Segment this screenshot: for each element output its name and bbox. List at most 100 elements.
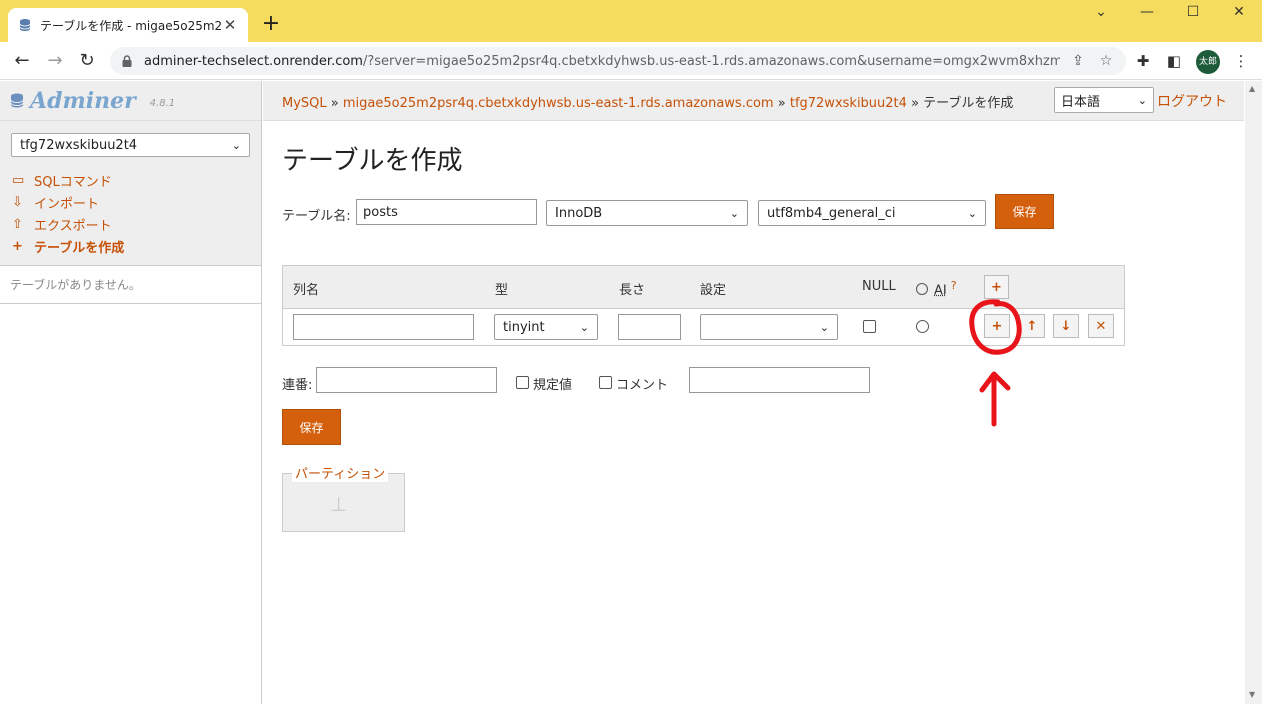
export-icon: ⇧ xyxy=(12,216,23,232)
breadcrumb-separator: » xyxy=(911,96,920,111)
logo-text[interactable]: Adminer xyxy=(30,88,136,114)
back-icon[interactable]: ← xyxy=(9,48,35,74)
ai-radio-row[interactable] xyxy=(916,320,929,333)
import-icon: ⇩ xyxy=(12,194,23,210)
new-tab-button[interactable]: + xyxy=(258,12,284,38)
bookmark-star-icon[interactable]: ☆ xyxy=(1096,53,1116,69)
chevron-down-icon: ⌄ xyxy=(819,320,829,334)
breadcrumb-separator: » xyxy=(777,96,786,111)
side-panel-icon[interactable]: ◧ xyxy=(1163,50,1185,72)
column-header-ai: AI? xyxy=(916,279,957,298)
browser-toolbar: ← → ↻ adminer-techselect.onrender.com/?s… xyxy=(0,42,1262,80)
breadcrumb-server[interactable]: migae5o25m2psr4q.cbetxkdyhwsb.us-east-1.… xyxy=(343,96,774,111)
column-header-null: NULL xyxy=(862,279,896,294)
sidebar-item-import[interactable]: ⇩ インポート xyxy=(12,191,249,213)
signpost-icon: ⊥ xyxy=(330,492,348,516)
default-label[interactable]: 規定値 xyxy=(533,374,572,393)
table-name-label: テーブル名: xyxy=(282,209,351,224)
move-down-button[interactable]: ↓ xyxy=(1053,314,1079,338)
avatar[interactable]: 太郎 xyxy=(1196,50,1220,74)
sidebar-item-label: インポート xyxy=(34,196,100,212)
chevron-down-icon: ⌄ xyxy=(729,206,739,220)
breadcrumb-current: テーブルを作成 xyxy=(923,96,1014,111)
chevron-down-icon: ⌄ xyxy=(231,138,241,152)
logout-link[interactable]: ログアウト xyxy=(1157,91,1227,111)
breadcrumb-separator: » xyxy=(330,96,339,111)
tab-title: テーブルを作成 - migae5o25m2psr xyxy=(40,18,222,33)
column-header-name: 列名 xyxy=(293,283,320,298)
breadcrumb-database[interactable]: tfg72wxskibuu2t4 xyxy=(790,96,907,111)
save-button[interactable]: 保存 xyxy=(282,409,341,445)
default-checkbox[interactable] xyxy=(516,376,529,389)
lock-icon xyxy=(122,55,132,67)
comment-input[interactable] xyxy=(689,367,870,393)
tab-search-icon[interactable]: ⌄ xyxy=(1078,4,1124,26)
scrollbar[interactable] xyxy=(1245,81,1262,704)
sidebar-item-label: SQLコマンド xyxy=(34,174,112,190)
extensions-icon[interactable]: ✚ xyxy=(1132,50,1154,72)
no-tables-message: テーブルがありません。 xyxy=(0,266,261,304)
adminer-logo-icon xyxy=(10,93,24,107)
column-header-type: 型 xyxy=(495,283,509,298)
help-link[interactable]: ? xyxy=(951,279,957,292)
version-label: 4.8.1 xyxy=(149,98,176,109)
close-tab-icon[interactable]: ✕ xyxy=(222,17,238,33)
sidebar: Adminer 4.8.1 tfg72wxskibuu2t4 ⌄ ▭ SQLコマ… xyxy=(0,81,262,704)
minimize-button[interactable]: — xyxy=(1124,4,1170,26)
sidebar-item-label: エクスポート xyxy=(34,218,112,234)
chevron-down-icon: ⌄ xyxy=(1137,93,1147,107)
null-checkbox[interactable] xyxy=(863,320,876,333)
column-header-length: 長さ xyxy=(619,283,646,298)
sidebar-item-sql-command[interactable]: ▭ SQLコマンド xyxy=(12,169,249,191)
scroll-down-icon[interactable]: ▼ xyxy=(1249,690,1255,699)
auto-increment-input[interactable] xyxy=(316,367,497,393)
save-button-top[interactable]: 保存 xyxy=(995,194,1054,229)
table-name-value: posts xyxy=(363,204,398,220)
collation-value: utf8mb4_general_ci xyxy=(767,205,896,221)
comment-label[interactable]: コメント xyxy=(616,374,668,393)
address-bar[interactable]: adminer-techselect.onrender.com/?server=… xyxy=(110,47,1126,75)
menu-kebab-icon[interactable]: ⋮ xyxy=(1230,50,1252,72)
comment-checkbox[interactable] xyxy=(599,376,612,389)
plus-icon: + xyxy=(12,238,23,254)
browser-tab[interactable]: テーブルを作成 - migae5o25m2psr ✕ xyxy=(8,8,248,42)
column-header-options: 設定 xyxy=(700,283,727,298)
maximize-button[interactable]: ☐ xyxy=(1170,4,1216,26)
db-select-wrap: tfg72wxskibuu2t4 ⌄ xyxy=(0,121,261,165)
engine-select[interactable]: InnoDB ⌄ xyxy=(546,200,748,226)
share-icon[interactable]: ⇪ xyxy=(1068,53,1088,69)
chevron-down-icon: ⌄ xyxy=(579,320,589,334)
annotation-circle-arrow-icon xyxy=(969,299,1022,427)
partition-legend[interactable]: パーティション xyxy=(292,463,389,482)
database-select-value: tfg72wxskibuu2t4 xyxy=(20,137,138,153)
column-type-select[interactable]: tinyint ⌄ xyxy=(494,314,598,340)
remove-column-button[interactable]: ✕ xyxy=(1088,314,1114,338)
page-title: テーブルを作成 xyxy=(282,146,463,176)
close-window-button[interactable]: ✕ xyxy=(1216,4,1262,26)
sidebar-item-export[interactable]: ⇧ エクスポート xyxy=(12,213,249,235)
logo-bar: Adminer 4.8.1 xyxy=(0,81,261,121)
forward-icon[interactable]: → xyxy=(42,48,68,74)
column-options-select[interactable]: ⌄ xyxy=(700,314,838,340)
column-name-input[interactable] xyxy=(293,314,474,340)
scroll-up-icon[interactable]: ▲ xyxy=(1249,84,1255,93)
language-select[interactable]: 日本語 ⌄ xyxy=(1054,87,1154,113)
breadcrumb-mysql[interactable]: MySQL xyxy=(282,96,327,111)
url-text: adminer-techselect.onrender.com/?server=… xyxy=(144,53,1060,69)
column-length-input[interactable] xyxy=(618,314,681,340)
ai-radio[interactable] xyxy=(916,283,928,296)
sidebar-item-create-table[interactable]: + テーブルを作成 xyxy=(12,235,249,257)
breadcrumb-bar: MySQL » migae5o25m2psr4q.cbetxkdyhwsb.us… xyxy=(263,81,1244,121)
chevron-down-icon: ⌄ xyxy=(967,206,977,220)
database-select[interactable]: tfg72wxskibuu2t4 ⌄ xyxy=(11,133,250,157)
sql-icon: ▭ xyxy=(12,172,25,188)
auto-increment-label: 連番: xyxy=(282,378,313,393)
column-type-value: tinyint xyxy=(503,319,545,335)
sidebar-menu: ▭ SQLコマンド ⇩ インポート ⇧ エクスポート + テーブルを作成 xyxy=(0,165,261,266)
reload-icon[interactable]: ↻ xyxy=(74,48,100,74)
table-name-input[interactable]: posts xyxy=(356,199,537,225)
database-icon xyxy=(19,19,31,31)
engine-value: InnoDB xyxy=(555,205,603,221)
collation-select[interactable]: utf8mb4_general_ci ⌄ xyxy=(758,200,986,226)
sidebar-item-label: テーブルを作成 xyxy=(34,240,125,256)
